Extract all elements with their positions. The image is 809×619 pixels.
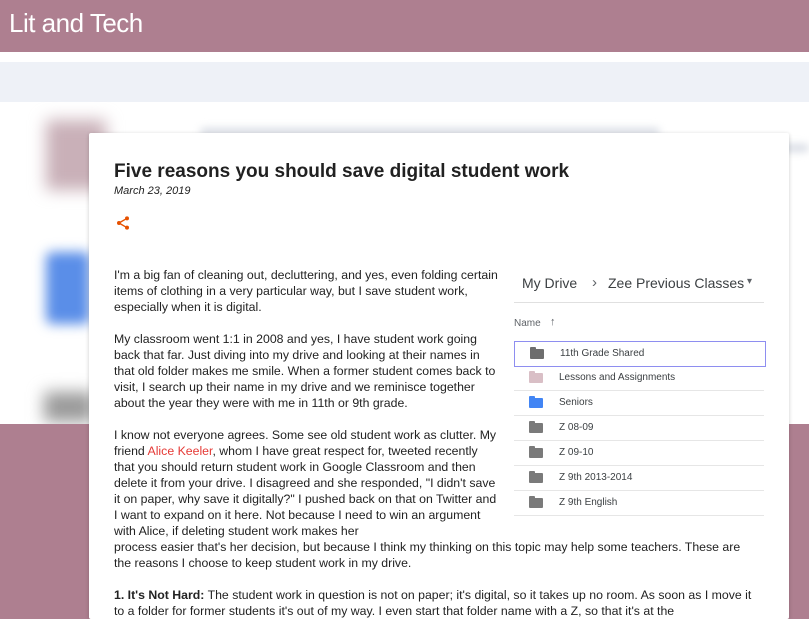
folder-row: Seniors [514,391,764,416]
folder-icon [530,347,544,359]
alice-keeler-link[interactable]: Alice Keeler [148,444,213,458]
paragraph-text: , whom I have great respect for, tweeted… [114,444,497,538]
breadcrumb-current: Zee Previous Classes [608,275,745,291]
column-header-name: Name [514,318,541,329]
folder-label: Z 09-10 [559,447,594,458]
share-icon[interactable] [115,215,131,231]
site-header: Lit and Tech [0,0,809,52]
paragraph: I'm a big fan of cleaning out, declutter… [114,268,498,314]
folder-row: Z 9th 2013-2014 [514,466,764,491]
folder-label: Z 08-09 [559,422,594,433]
sort-arrow-icon: ↑ [550,316,556,328]
folder-icon [529,396,543,408]
chevron-right-icon: › [592,274,597,291]
folder-icon [529,446,543,458]
paragraph: I know not everyone agrees. Some see old… [114,427,499,539]
folder-icon [529,496,543,508]
drive-screenshot: My Drive › Zee Previous Classes ▾ Name ↑… [514,266,766,528]
breadcrumb-my-drive: My Drive [522,275,578,291]
post-title[interactable]: Five reasons you should save digital stu… [114,161,569,183]
paragraph: 1. It's Not Hard: The student work in qu… [114,587,754,619]
folder-icon [529,371,543,383]
folder-label: Z 9th English [559,497,618,508]
folder-icon [529,421,543,433]
paragraph: process easier that's her decision, but … [114,540,741,570]
divider [514,302,764,303]
folder-row: 11th Grade Shared [514,341,766,367]
post-date: March 23, 2019 [114,185,191,197]
folder-label: Z 9th 2013-2014 [559,472,633,483]
blurred-thumbnail [44,392,94,422]
site-title[interactable]: Lit and Tech [9,8,143,39]
folder-label: Lessons and Assignments [559,372,676,383]
blurred-thumbnail [46,252,90,324]
folder-row: Z 9th English [514,491,764,516]
folder-icon [529,471,543,483]
paragraph-text: The student work in question is not on p… [114,588,752,618]
folder-label: Seniors [559,397,593,408]
caret-down-icon: ▾ [747,276,753,287]
folder-row: Lessons and Assignments [514,366,764,391]
blurred-band [0,62,809,102]
paragraph: My classroom went 1:1 in 2008 and yes, I… [114,332,496,410]
section-heading: 1. It's Not Hard: [114,588,205,602]
folder-label: 11th Grade Shared [560,348,645,359]
folder-row: Z 08-09 [514,416,764,441]
post-card: Five reasons you should save digital stu… [89,133,789,619]
folder-row: Z 09-10 [514,441,764,466]
